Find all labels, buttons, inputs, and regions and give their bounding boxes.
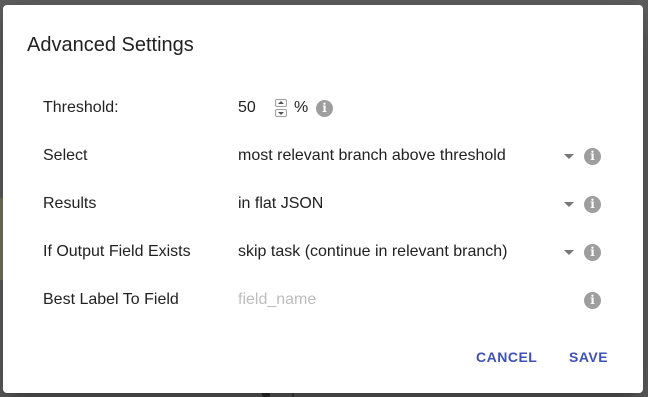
select-label: Select: [43, 147, 88, 164]
cancel-button[interactable]: CANCEL: [476, 345, 537, 369]
select-dropdown-value[interactable]: most relevant branch above threshold: [238, 144, 506, 168]
threshold-row: Threshold: % i: [43, 96, 603, 120]
results-row: Results in flat JSON i: [43, 192, 603, 216]
chevron-down-icon[interactable]: [564, 250, 574, 255]
info-icon[interactable]: i: [584, 148, 601, 165]
dialog-title: Advanced Settings: [27, 34, 194, 56]
select-dropdown[interactable]: most relevant branch above threshold: [238, 144, 506, 168]
advanced-settings-dialog: Advanced Settings Threshold: % i Select …: [3, 5, 643, 393]
info-icon[interactable]: i: [584, 244, 601, 261]
results-dropdown[interactable]: in flat JSON: [238, 192, 323, 216]
threshold-label: Threshold:: [43, 99, 119, 116]
select-row: Select most relevant branch above thresh…: [43, 144, 603, 168]
output-field-exists-label: If Output Field Exists: [43, 243, 191, 260]
output-field-exists-dropdown[interactable]: skip task (continue in relevant branch): [238, 240, 507, 264]
results-dropdown-value[interactable]: in flat JSON: [238, 192, 323, 216]
stepper-down-button[interactable]: [275, 109, 287, 117]
output-field-exists-dropdown-value[interactable]: skip task (continue in relevant branch): [238, 240, 507, 264]
info-icon[interactable]: i: [584, 196, 601, 213]
threshold-input[interactable]: [238, 96, 268, 120]
best-label-to-field-row: Best Label To Field i: [43, 288, 603, 312]
field-name-input[interactable]: [238, 288, 558, 312]
stepper-up-button[interactable]: [275, 99, 287, 107]
best-label-to-field-label: Best Label To Field: [43, 291, 179, 308]
chevron-down-icon[interactable]: [564, 154, 574, 159]
threshold-stepper[interactable]: [275, 99, 287, 117]
info-icon[interactable]: i: [316, 100, 333, 117]
results-label: Results: [43, 195, 97, 212]
chevron-down-icon[interactable]: [564, 202, 574, 207]
threshold-unit: %: [294, 99, 309, 116]
save-button[interactable]: SAVE: [569, 345, 608, 369]
info-icon[interactable]: i: [584, 292, 601, 309]
output-field-exists-row: If Output Field Exists skip task (contin…: [43, 240, 603, 264]
